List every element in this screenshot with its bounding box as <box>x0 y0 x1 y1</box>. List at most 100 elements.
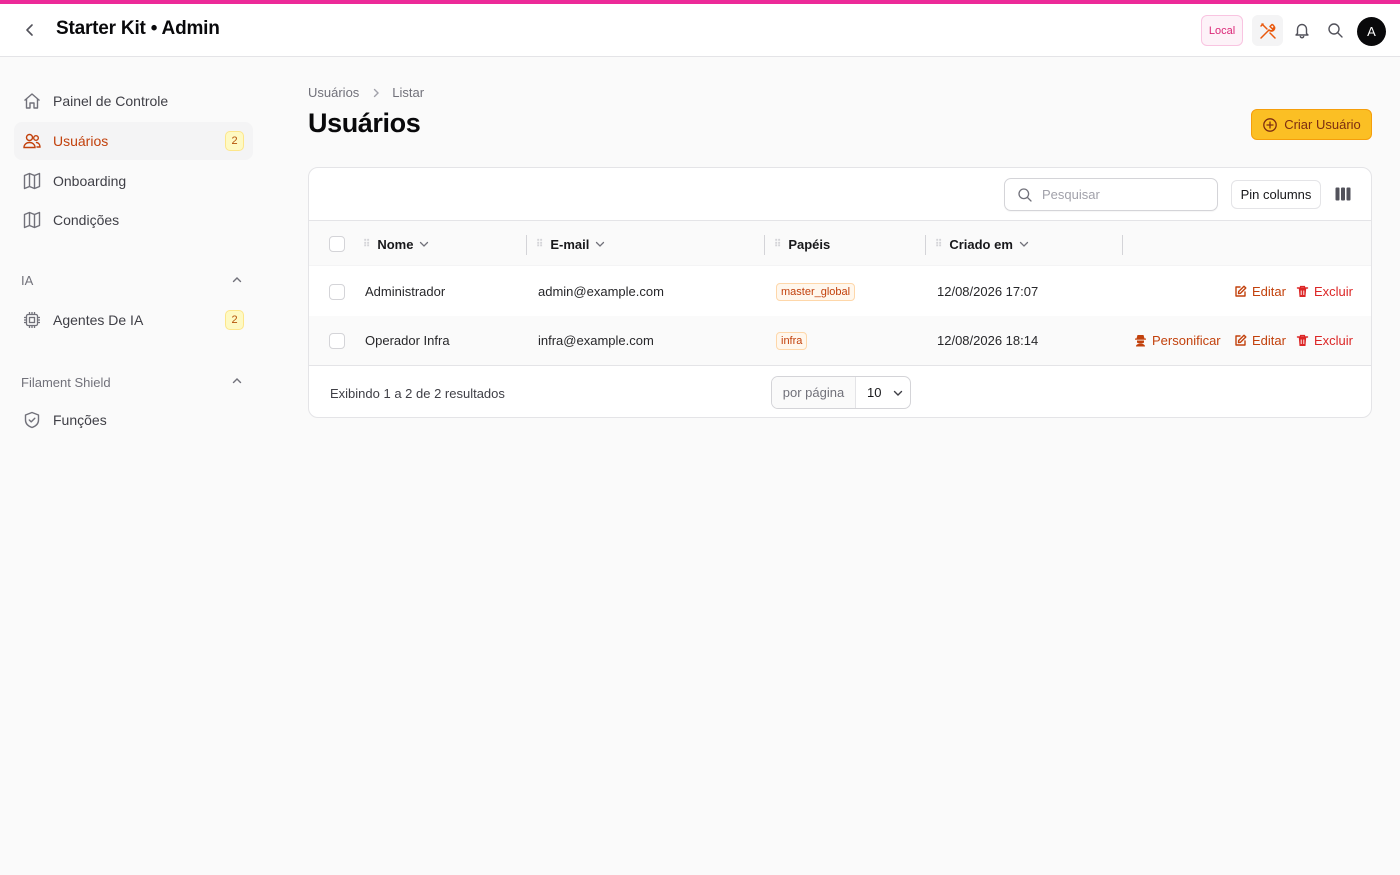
table-row: Administrador admin@example.com master_g… <box>309 267 1371 316</box>
column-divider[interactable] <box>1122 235 1123 255</box>
users-table: Pin columns ⠿ Nome ⠿ E-mail ⠿ Papéis ⠿ C… <box>308 167 1372 418</box>
chevron-down-icon <box>595 239 605 249</box>
per-page-label: por página <box>772 377 856 408</box>
group-label-filament-shield: Filament Shield <box>21 375 111 390</box>
cell-papeis: infra <box>776 316 808 365</box>
tools-icon[interactable] <box>1252 15 1283 46</box>
sidebar: Painel de Controle Usuários 2 Onboarding… <box>0 57 270 875</box>
count-badge: 2 <box>225 310 244 330</box>
column-header-label: Papéis <box>788 236 831 252</box>
create-user-label: Criar Usuário <box>1284 117 1361 132</box>
sidebar-item-label: Funções <box>53 412 107 428</box>
table-search <box>1004 178 1218 211</box>
chevron-down-icon <box>419 239 429 249</box>
delete-label: Excluir <box>1314 333 1354 348</box>
row-checkbox[interactable] <box>329 333 345 349</box>
per-page-value: 10 <box>867 385 882 400</box>
breadcrumb-item[interactable]: Listar <box>392 85 424 100</box>
home-icon <box>22 91 42 111</box>
role-badge: master_global <box>776 282 856 301</box>
column-header-label: Nome <box>377 236 414 252</box>
bell-icon[interactable] <box>1292 20 1312 40</box>
create-user-button[interactable]: Criar Usuário <box>1251 109 1372 140</box>
delete-button[interactable]: Excluir <box>1296 267 1353 316</box>
column-divider[interactable] <box>526 235 527 255</box>
impersonate-label: Personificar <box>1152 333 1221 348</box>
chevron-up-icon[interactable] <box>228 271 246 289</box>
table-footer: Exibindo 1 a 2 de 2 resultados por págin… <box>309 365 1371 417</box>
chevron-up-icon[interactable] <box>228 372 246 390</box>
breadcrumb: Usuários Listar <box>308 85 424 100</box>
per-page-select: por página 10 <box>771 376 911 409</box>
cell-email: admin@example.com <box>538 284 664 299</box>
edit-button[interactable]: Editar <box>1234 316 1286 365</box>
sidebar-item-label: Condições <box>53 212 120 228</box>
page-title: Usuários <box>308 108 421 138</box>
trash-icon <box>1296 334 1309 347</box>
role-badge: infra <box>776 331 808 350</box>
pin-columns-button[interactable]: Pin columns <box>1231 180 1321 209</box>
search-input[interactable] <box>1042 187 1202 202</box>
count-badge: 2 <box>225 131 244 151</box>
delete-label: Excluir <box>1314 284 1354 299</box>
chevron-down-icon <box>1019 239 1029 249</box>
per-page-dropdown[interactable]: 10 <box>856 377 910 408</box>
row-checkbox[interactable] <box>329 284 345 300</box>
column-divider[interactable] <box>764 235 765 255</box>
column-header-label: Criado em <box>949 236 1013 252</box>
column-header-criado-em[interactable]: ⠿ Criado em <box>935 221 1029 267</box>
cell-email: infra@example.com <box>538 333 654 348</box>
chevron-right-icon <box>371 88 381 98</box>
sidebar-item-condicoes[interactable]: Condições <box>14 201 253 239</box>
columns-icon[interactable] <box>1333 185 1353 203</box>
search-icon <box>1017 187 1033 203</box>
cell-papeis: master_global <box>776 267 856 316</box>
shield-check-icon <box>22 410 42 430</box>
cpu-chip-icon <box>22 310 42 330</box>
pencil-square-icon <box>1234 334 1247 347</box>
delete-button[interactable]: Excluir <box>1296 316 1353 365</box>
cell-criado-em: 12/08/2026 18:14 <box>937 333 1039 348</box>
edit-label: Editar <box>1252 284 1286 299</box>
table-row: Operador Infra infra@example.com infra 1… <box>309 316 1371 365</box>
top-bar: Starter Kit • Admin Local A <box>0 4 1400 57</box>
chevron-left-icon[interactable] <box>20 20 40 40</box>
drag-handle-icon[interactable]: ⠿ <box>774 239 781 250</box>
sidebar-item-label: Usuários <box>53 133 109 149</box>
trash-icon <box>1296 285 1309 298</box>
sidebar-item-onboarding[interactable]: Onboarding <box>14 162 253 200</box>
user-avatar[interactable]: A <box>1357 17 1386 46</box>
select-all-checkbox[interactable] <box>329 236 345 252</box>
drag-handle-icon[interactable]: ⠿ <box>536 239 543 250</box>
breadcrumb-item[interactable]: Usuários <box>308 85 359 100</box>
pencil-square-icon <box>1234 285 1247 298</box>
sidebar-item-agentes[interactable]: Agentes De IA 2 <box>14 301 253 339</box>
cell-nome: Administrador <box>365 284 446 299</box>
edit-button[interactable]: Editar <box>1234 267 1286 316</box>
drag-handle-icon[interactable]: ⠿ <box>935 239 942 250</box>
users-icon <box>22 131 42 151</box>
sidebar-item-painel[interactable]: Painel de Controle <box>14 82 253 120</box>
column-divider[interactable] <box>925 235 926 255</box>
edit-label: Editar <box>1252 333 1286 348</box>
user-disguise-icon <box>1134 334 1147 347</box>
cell-nome: Operador Infra <box>365 333 450 348</box>
column-header-papeis[interactable]: ⠿ Papéis <box>774 221 830 267</box>
column-header-email[interactable]: ⠿ E-mail <box>536 221 605 267</box>
sidebar-item-funcoes[interactable]: Funções <box>14 401 253 439</box>
plus-circle-icon <box>1262 117 1278 133</box>
column-header-nome[interactable]: ⠿ Nome <box>363 221 429 267</box>
map-icon <box>22 171 42 191</box>
chevron-down-icon <box>893 388 903 398</box>
sidebar-item-label: Painel de Controle <box>53 93 169 109</box>
column-header-label: E-mail <box>550 236 590 252</box>
table-header: ⠿ Nome ⠿ E-mail ⠿ Papéis ⠿ Criado em <box>309 220 1371 267</box>
app-title: Starter Kit • Admin <box>56 18 220 39</box>
drag-handle-icon[interactable]: ⠿ <box>363 239 370 250</box>
impersonate-button[interactable]: Personificar <box>1134 316 1221 365</box>
sidebar-item-usuarios[interactable]: Usuários 2 <box>14 122 253 160</box>
map-icon <box>22 210 42 230</box>
results-summary: Exibindo 1 a 2 de 2 resultados <box>330 385 505 401</box>
sidebar-item-label: Onboarding <box>53 173 127 189</box>
search-icon[interactable] <box>1325 20 1345 40</box>
